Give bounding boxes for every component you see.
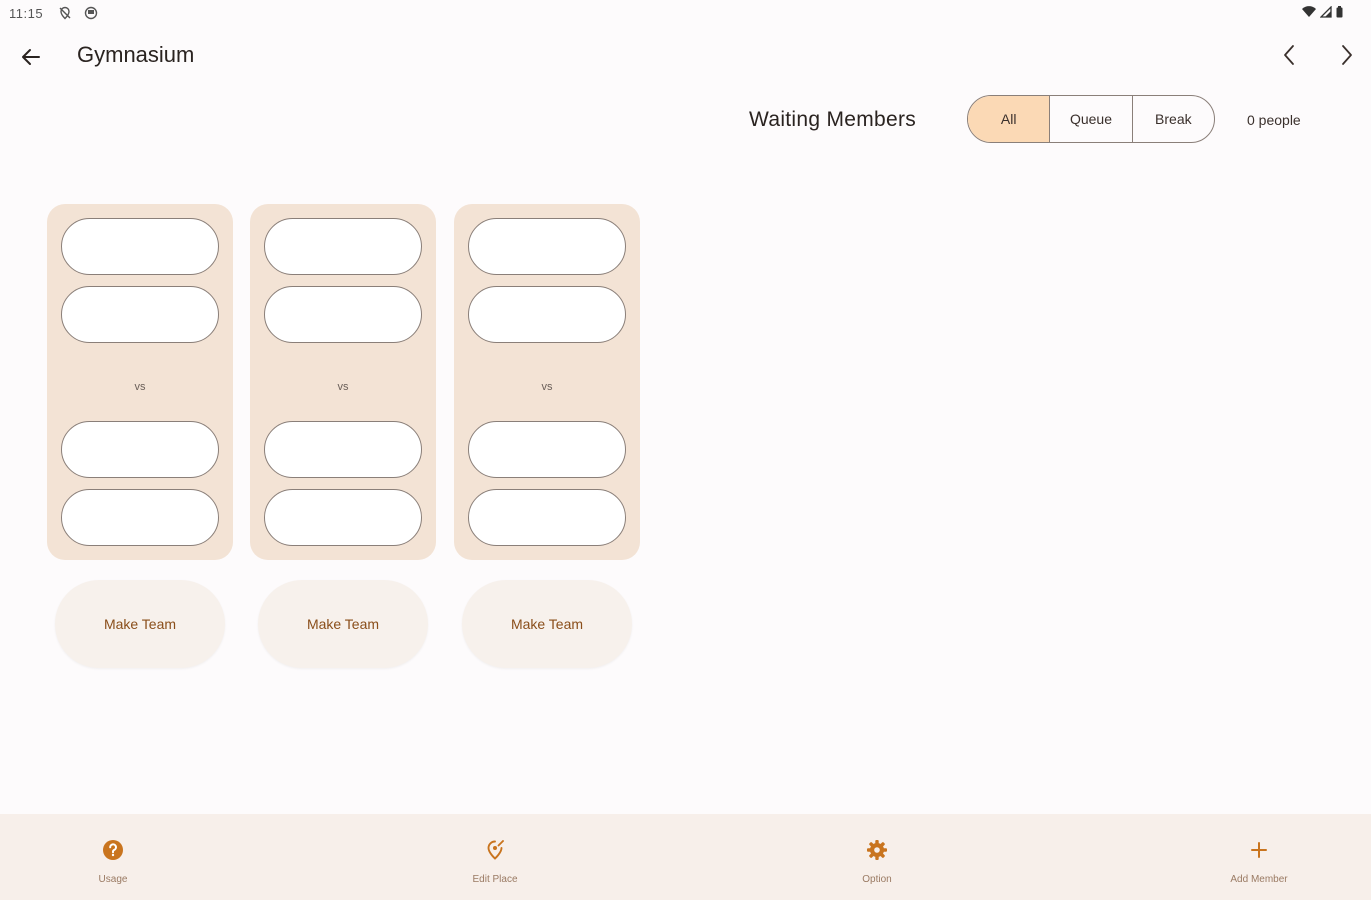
- chevron-right-icon: [1342, 45, 1352, 65]
- filter-queue-button[interactable]: Queue: [1049, 96, 1131, 142]
- waiting-count: 0 people: [1247, 112, 1301, 128]
- team-b-player-slot-2[interactable]: [264, 489, 422, 546]
- filter-all-button[interactable]: All: [968, 96, 1050, 142]
- option-button[interactable]: Option: [817, 814, 937, 900]
- vs-label: vs: [134, 381, 146, 393]
- usage-label: Usage: [98, 874, 128, 885]
- previous-court-button[interactable]: [1275, 40, 1305, 70]
- plus-icon: [1251, 842, 1267, 858]
- make-team-button-2[interactable]: Make Team: [258, 580, 428, 668]
- team-b-player-slot-1[interactable]: [468, 421, 626, 478]
- shield-icon: [84, 6, 98, 20]
- edit-place-label: Edit Place: [472, 874, 518, 885]
- battery-icon: [1336, 6, 1343, 18]
- team-b-player-slot-2[interactable]: [61, 489, 219, 546]
- wifi-icon: [1302, 6, 1316, 18]
- option-label: Option: [862, 874, 892, 885]
- usage-button[interactable]: Usage: [53, 814, 173, 900]
- page-title: Gymnasium: [77, 42, 195, 67]
- gear-icon: [867, 840, 887, 860]
- status-bar: 11:15: [0, 0, 1371, 28]
- filter-break-button[interactable]: Break: [1131, 96, 1214, 142]
- team-b-player-slot-1[interactable]: [264, 421, 422, 478]
- team-a-player-slot-1[interactable]: [61, 218, 219, 275]
- make-team-button-3[interactable]: Make Team: [462, 580, 632, 668]
- status-right: [1302, 6, 1343, 18]
- team-a-player-slot-2[interactable]: [61, 286, 219, 343]
- arrow-left-icon: [22, 49, 40, 65]
- team-a-player-slot-1[interactable]: [468, 218, 626, 275]
- team-b-player-slot-2[interactable]: [468, 489, 626, 546]
- signal-icon: [1320, 6, 1332, 18]
- member-filter-segment: All Queue Break: [967, 95, 1215, 143]
- location-off-icon: [59, 6, 71, 20]
- next-court-button[interactable]: [1331, 40, 1361, 70]
- status-time: 11:15: [9, 6, 44, 21]
- help-circle-icon: [103, 840, 123, 860]
- app-bar: Gymnasium: [0, 28, 1371, 84]
- court-card-3: vs: [454, 204, 640, 560]
- vs-label: vs: [541, 381, 553, 393]
- team-a-player-slot-2[interactable]: [264, 286, 422, 343]
- add-member-label: Add Member: [1230, 874, 1288, 885]
- team-a-player-slot-1[interactable]: [264, 218, 422, 275]
- vs-label: vs: [337, 381, 349, 393]
- edit-place-icon: [487, 840, 504, 860]
- back-button[interactable]: [16, 42, 46, 72]
- edit-place-button[interactable]: Edit Place: [435, 814, 555, 900]
- team-b-player-slot-1[interactable]: [61, 421, 219, 478]
- chevron-left-icon: [1284, 45, 1294, 65]
- add-member-button[interactable]: Add Member: [1199, 814, 1319, 900]
- make-team-button-1[interactable]: Make Team: [55, 580, 225, 668]
- bottom-action-bar: Usage Edit Place Option Add Member: [0, 814, 1371, 900]
- team-a-player-slot-2[interactable]: [468, 286, 626, 343]
- court-card-2: vs: [250, 204, 436, 560]
- waiting-members-label: Waiting Members: [749, 108, 917, 131]
- court-card-1: vs: [47, 204, 233, 560]
